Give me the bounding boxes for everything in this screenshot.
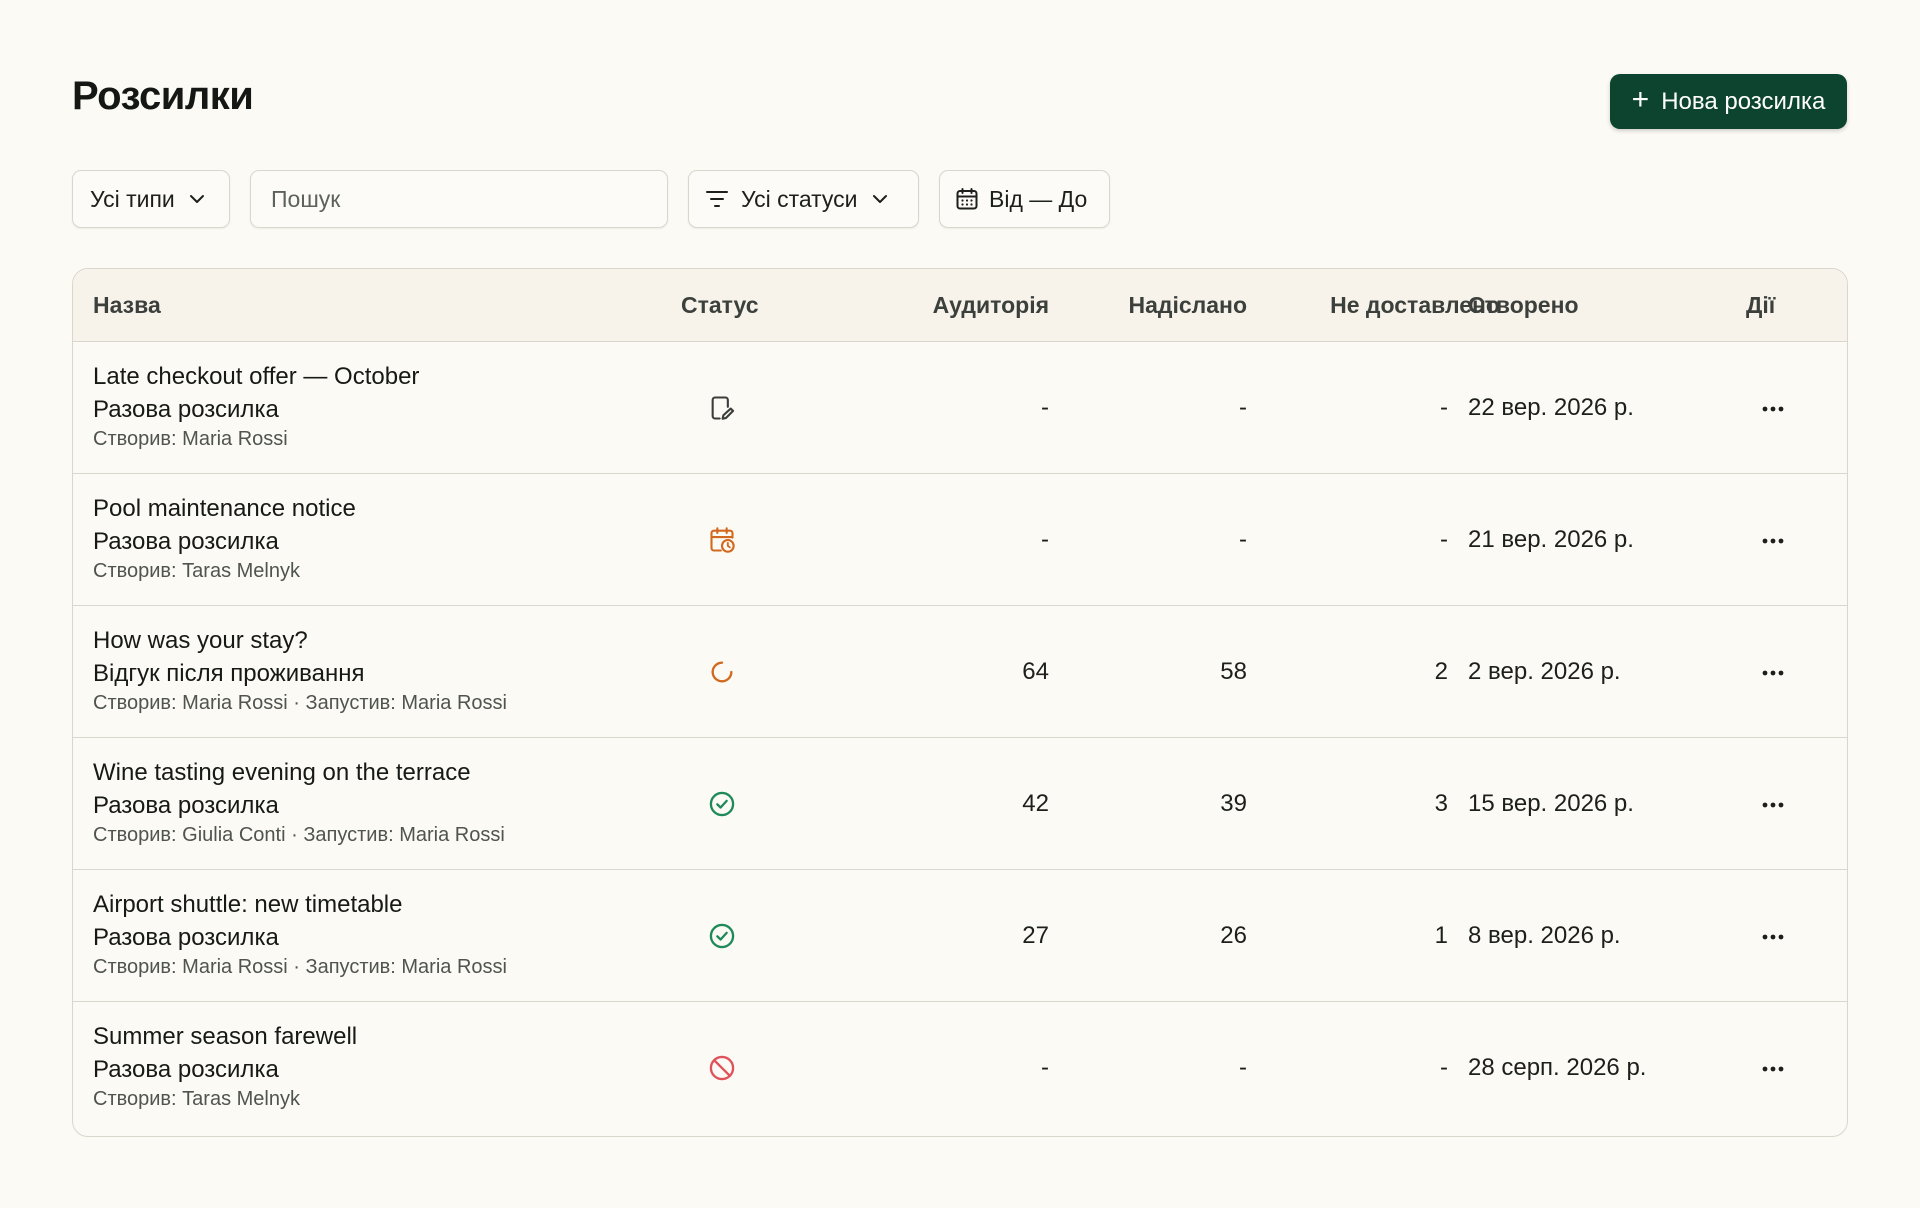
- campaign-type: Відгук після проживання: [93, 660, 365, 687]
- column-header-audience[interactable]: Аудиторія: [853, 269, 1049, 342]
- campaign-title[interactable]: Pool maintenance notice: [93, 495, 356, 523]
- sent-count: 26: [1220, 922, 1247, 949]
- draft-edit-icon: [711, 396, 735, 420]
- more-actions-icon[interactable]: [1755, 1057, 1791, 1081]
- campaign-type: Разова розсилка: [93, 528, 279, 555]
- new-campaign-button[interactable]: + Нова розсилка: [1610, 74, 1847, 129]
- campaign-type: Разова розсилка: [93, 1056, 279, 1083]
- date-range-filter[interactable]: Від — До: [939, 170, 1110, 228]
- calendar-clock-icon: [710, 527, 735, 553]
- sent-count: -: [1239, 526, 1247, 553]
- created-date: 2 вер. 2026 р.: [1468, 658, 1621, 685]
- column-header-failed[interactable]: Не доставлено: [1253, 269, 1500, 342]
- more-actions-icon[interactable]: [1755, 529, 1791, 553]
- check-circle-icon: [709, 791, 735, 817]
- table-row[interactable]: Pool maintenance notice Разова розсилка …: [73, 474, 1847, 606]
- created-date: 15 вер. 2026 р.: [1468, 790, 1634, 817]
- failed-count: -: [1440, 1054, 1448, 1081]
- audience-count: 27: [1022, 922, 1049, 949]
- chevron-down-icon: [189, 195, 204, 203]
- more-actions-icon[interactable]: [1755, 925, 1791, 949]
- campaign-meta: Створив: Maria Rossi · Запустив: Maria R…: [93, 692, 507, 714]
- campaigns-table: Назва Статус Аудиторія Надіслано Не дост…: [72, 268, 1848, 1137]
- audience-count: 64: [1022, 658, 1049, 685]
- failed-count: 2: [1434, 658, 1448, 685]
- status-filter-dropdown[interactable]: Усі статуси: [688, 170, 919, 228]
- campaign-type: Разова розсилка: [93, 396, 279, 423]
- check-circle-icon: [709, 923, 735, 949]
- sent-count: 39: [1220, 790, 1247, 817]
- campaign-title[interactable]: Summer season farewell: [93, 1023, 357, 1051]
- more-actions-icon[interactable]: [1755, 793, 1791, 817]
- calendar-icon: [956, 188, 978, 210]
- audience-count: -: [1041, 1054, 1049, 1081]
- type-filter-label: Усі типи: [90, 185, 175, 212]
- type-filter-dropdown[interactable]: Усі типи: [72, 170, 230, 228]
- more-actions-icon[interactable]: [1755, 397, 1791, 421]
- date-range-label: Від — До: [989, 185, 1088, 212]
- spinner-icon: [711, 661, 733, 683]
- column-header-sent[interactable]: Надіслано: [1053, 269, 1247, 342]
- campaign-title[interactable]: Late checkout offer — October: [93, 363, 419, 391]
- campaign-meta: Створив: Taras Melnyk: [93, 1088, 300, 1110]
- column-header-created[interactable]: Створено: [1468, 269, 1579, 342]
- ban-icon: [709, 1055, 735, 1081]
- column-header-status[interactable]: Статус: [681, 269, 759, 342]
- sent-count: -: [1239, 394, 1247, 421]
- created-date: 22 вер. 2026 р.: [1468, 394, 1634, 421]
- created-date: 8 вер. 2026 р.: [1468, 922, 1621, 949]
- search-input[interactable]: [271, 185, 667, 213]
- campaign-title[interactable]: Wine tasting evening on the terrace: [93, 759, 471, 787]
- audience-count: -: [1041, 526, 1049, 553]
- table-row[interactable]: Airport shuttle: new timetable Разова ро…: [73, 870, 1847, 1002]
- column-header-actions: Дії: [1746, 292, 1776, 318]
- campaign-title[interactable]: Airport shuttle: new timetable: [93, 891, 402, 919]
- column-header-name[interactable]: Назва: [93, 269, 161, 342]
- page: Розсилки + Нова розсилка Усі типи Усі ст…: [0, 0, 1920, 1208]
- table-header: Назва Статус Аудиторія Надіслано Не дост…: [73, 269, 1847, 342]
- campaign-type: Разова розсилка: [93, 792, 279, 819]
- search-field[interactable]: [250, 170, 668, 228]
- table-row[interactable]: Late checkout offer — October Разова роз…: [73, 342, 1847, 474]
- table-row[interactable]: Wine tasting evening on the terrace Разо…: [73, 738, 1847, 870]
- failed-count: -: [1440, 526, 1448, 553]
- chevron-down-icon: [872, 195, 887, 203]
- sent-count: 58: [1220, 658, 1247, 685]
- campaign-meta: Створив: Maria Rossi: [93, 428, 288, 450]
- campaign-title[interactable]: How was your stay?: [93, 627, 308, 655]
- filter-icon: [706, 191, 728, 207]
- campaign-type: Разова розсилка: [93, 924, 279, 951]
- campaign-meta: Створив: Giulia Conti · Запустив: Maria …: [93, 824, 505, 846]
- created-date: 21 вер. 2026 р.: [1468, 526, 1634, 553]
- sent-count: -: [1239, 1054, 1247, 1081]
- table-row[interactable]: How was your stay? Відгук після проживан…: [73, 606, 1847, 738]
- campaign-meta: Створив: Maria Rossi · Запустив: Maria R…: [93, 956, 507, 978]
- audience-count: 42: [1022, 790, 1049, 817]
- more-actions-icon[interactable]: [1755, 661, 1791, 685]
- failed-count: 3: [1434, 790, 1448, 817]
- page-title: Розсилки: [72, 74, 254, 118]
- audience-count: -: [1041, 394, 1049, 421]
- failed-count: -: [1440, 394, 1448, 421]
- new-campaign-label: Нова розсилка: [1661, 87, 1826, 115]
- campaign-meta: Створив: Taras Melnyk: [93, 560, 300, 582]
- created-date: 28 серп. 2026 р.: [1468, 1054, 1647, 1081]
- status-filter-label: Усі статуси: [741, 185, 858, 212]
- failed-count: 1: [1434, 922, 1448, 949]
- table-row[interactable]: Summer season farewell Разова розсилка С…: [73, 1002, 1847, 1134]
- plus-icon: +: [1631, 83, 1650, 116]
